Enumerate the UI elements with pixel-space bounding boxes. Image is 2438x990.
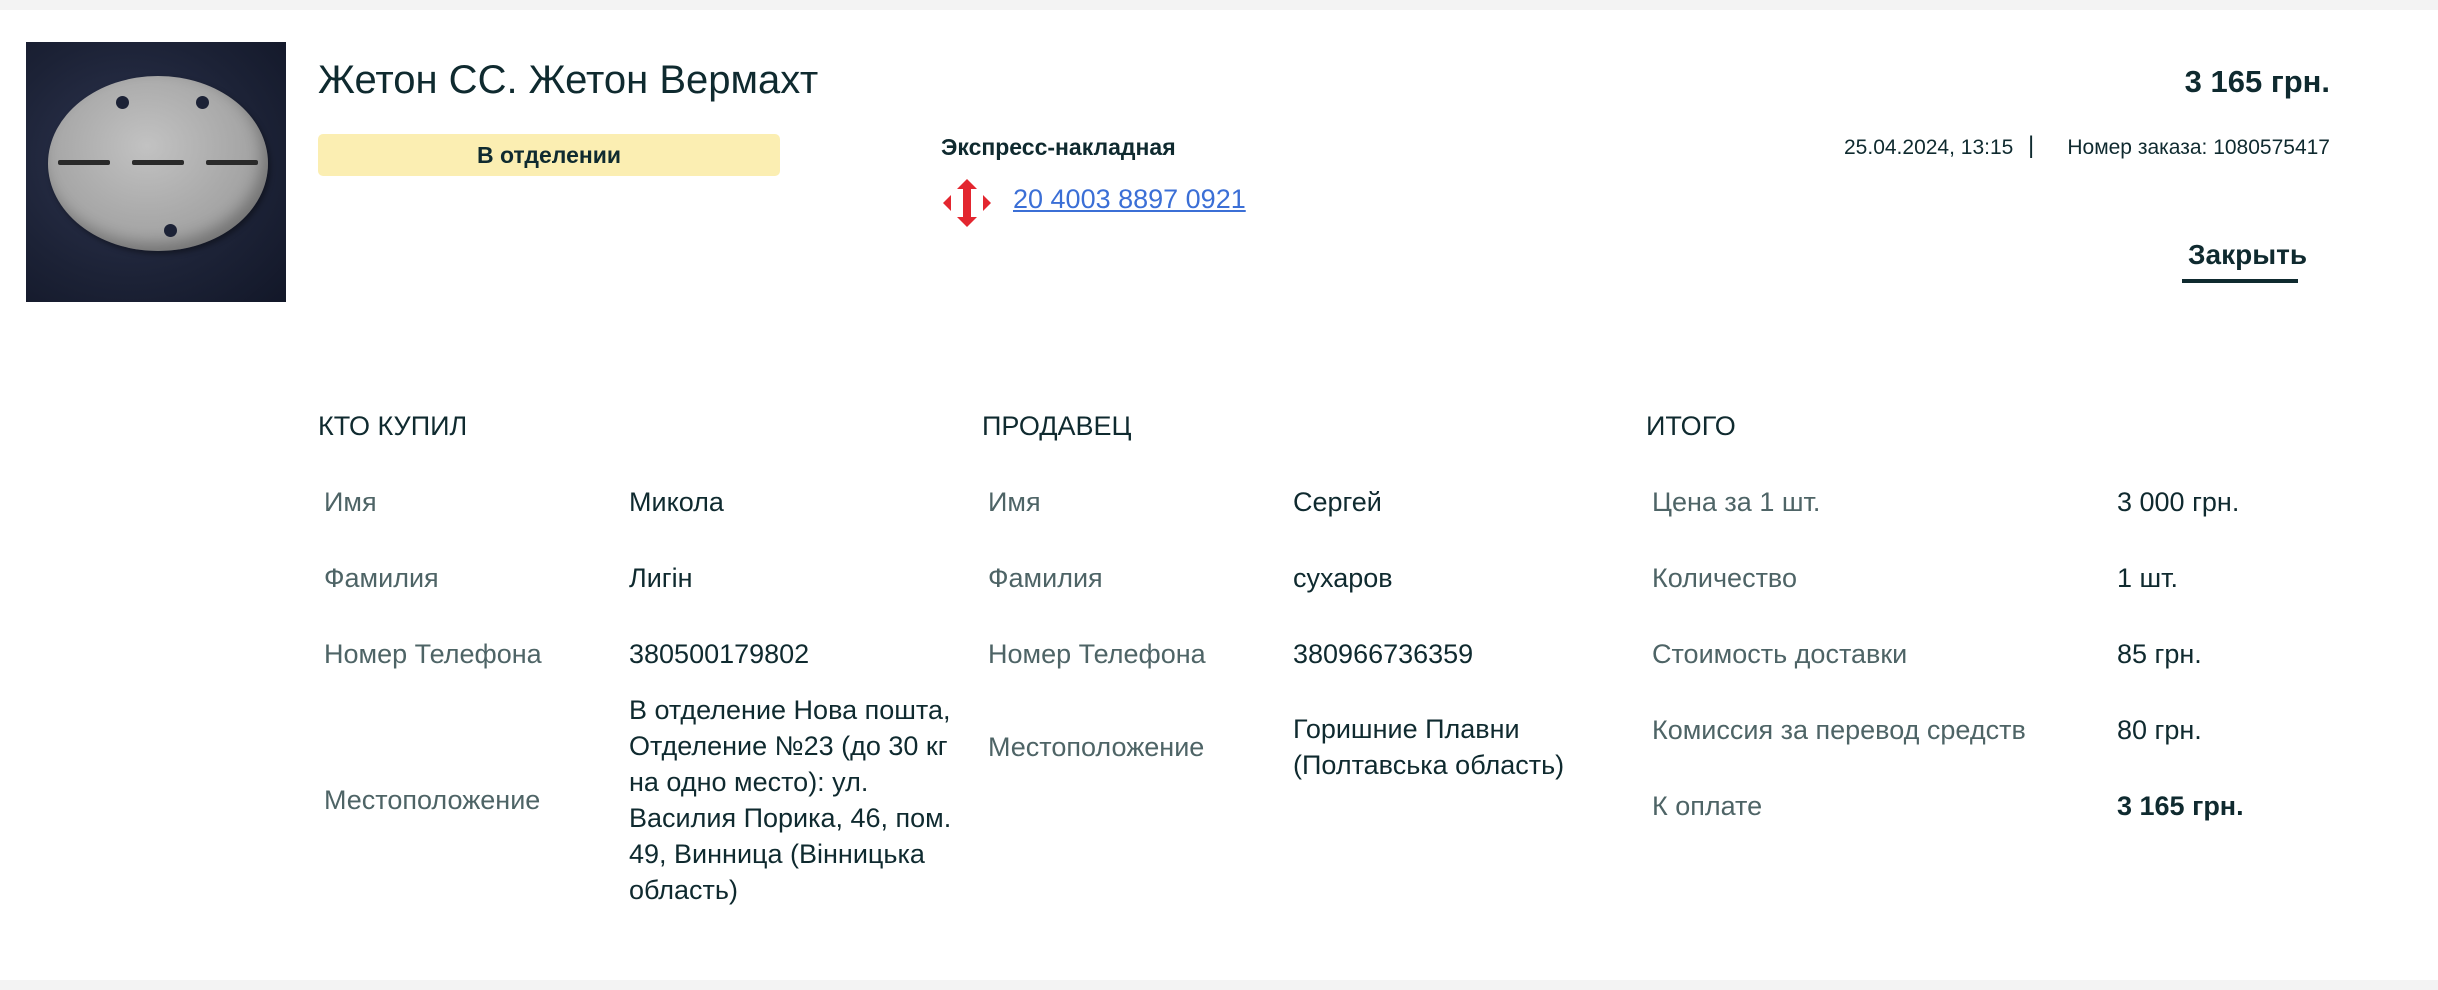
buyer-name-value: Микола: [629, 487, 724, 517]
total-row-commission: Комиссия за перевод средств 80 грн.: [1646, 692, 2346, 768]
seller-row-location: Местоположение Горишние Плавни (Полтавсь…: [982, 692, 1642, 802]
dog-tag-graphic: [48, 76, 268, 251]
waybill-number-link[interactable]: 20 4003 8897 0921: [1013, 184, 1246, 215]
buyer-surname-label: Фамилия: [324, 562, 439, 593]
seller-location-value: Горишние Плавни (Полтавська область): [1293, 714, 1565, 780]
buyer-row-location: Местоположение В отделение Нова пошта, О…: [318, 692, 978, 908]
status-badge: В отделении: [318, 134, 780, 176]
meta-separator: |: [2028, 132, 2035, 159]
product-image[interactable]: [26, 42, 286, 302]
nova-poshta-icon: [943, 179, 991, 227]
order-date: 25.04.2024, 13:15: [1844, 136, 2014, 159]
seller-phone-label: Номер Телефона: [988, 638, 1206, 669]
quantity-label: Количество: [1652, 562, 1797, 593]
seller-row-name: Имя Сергей: [982, 464, 1642, 540]
commission-label: Комиссия за перевод средств: [1652, 714, 2026, 745]
order-number: Номер заказа: 1080575417: [2067, 136, 2330, 159]
seller-location-label: Местоположение: [988, 731, 1205, 762]
seller-section: ПРОДАВЕЦ Имя Сергей Фамилия сухаров Номе…: [982, 406, 1642, 802]
buyer-row-surname: Фамилия Лигін: [318, 540, 978, 616]
seller-row-surname: Фамилия сухаров: [982, 540, 1642, 616]
buyer-section-title: КТО КУПИЛ: [318, 411, 468, 441]
quantity-value: 1 шт.: [2117, 563, 2179, 593]
buyer-phone-value: 380500179802: [629, 639, 810, 669]
buyer-location-value: В отделение Нова пошта, Отделение №23 (д…: [629, 695, 952, 905]
total-row-quantity: Количество 1 шт.: [1646, 540, 2346, 616]
seller-phone-value: 380966736359: [1293, 639, 1474, 669]
total-section: ИТОГО Цена за 1 шт. 3 000 грн. Количеств…: [1646, 406, 2346, 844]
total-row-shipping: Стоимость доставки 85 грн.: [1646, 616, 2346, 692]
buyer-phone-label: Номер Телефона: [324, 638, 542, 669]
waybill-label: Экспресс-накладная: [941, 134, 1176, 160]
to-pay-value: 3 165 грн.: [2117, 791, 2244, 821]
total-row-unit-price: Цена за 1 шт. 3 000 грн.: [1646, 464, 2346, 540]
total-section-title: ИТОГО: [1646, 411, 1736, 441]
buyer-row-name: Имя Микола: [318, 464, 978, 540]
buyer-section: КТО КУПИЛ Имя Микола Фамилия Лигін Номер…: [318, 406, 978, 908]
seller-name-value: Сергей: [1293, 487, 1382, 517]
seller-section-title: ПРОДАВЕЦ: [982, 411, 1132, 441]
seller-surname-value: сухаров: [1293, 563, 1393, 593]
seller-name-label: Имя: [988, 486, 1041, 517]
seller-surname-label: Фамилия: [988, 562, 1103, 593]
shipping-cost-value: 85 грн.: [2117, 639, 2202, 669]
buyer-surname-value: Лигін: [629, 563, 693, 593]
to-pay-label: К оплате: [1652, 790, 1763, 821]
unit-price-label: Цена за 1 шт.: [1652, 486, 1821, 517]
close-button[interactable]: Закрыть: [2182, 238, 2307, 283]
commission-value: 80 грн.: [2117, 715, 2202, 745]
unit-price-value: 3 000 грн.: [2117, 487, 2240, 517]
shipping-cost-label: Стоимость доставки: [1652, 638, 1908, 669]
seller-row-phone: Номер Телефона 380966736359: [982, 616, 1642, 692]
buyer-location-label: Местоположение: [324, 784, 541, 815]
order-card: Жетон СС. Жетон Вермахт 3 165 грн. В отд…: [0, 10, 2438, 980]
order-price: 3 165 грн.: [2184, 64, 2330, 99]
total-row-to-pay: К оплате 3 165 грн.: [1646, 768, 2346, 844]
product-title[interactable]: Жетон СС. Жетон Вермахт: [318, 58, 818, 103]
buyer-row-phone: Номер Телефона 380500179802: [318, 616, 978, 692]
buyer-name-label: Имя: [324, 486, 377, 517]
